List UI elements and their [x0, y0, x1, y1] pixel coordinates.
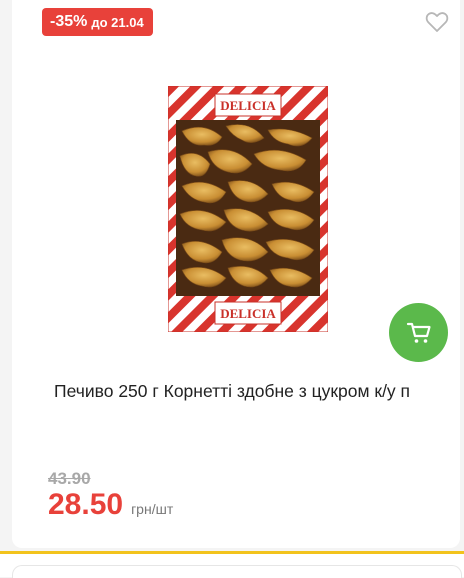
discount-until: до 21.04: [91, 14, 144, 30]
add-to-cart-button[interactable]: [389, 303, 448, 362]
next-product-card[interactable]: [12, 565, 462, 578]
price-row: 28.50 грн/шт: [48, 488, 173, 522]
shopping-cart-icon: [406, 322, 431, 343]
product-card[interactable]: -35% до 21.04 DELICIA DELICIA Печиво 250…: [12, 0, 460, 548]
heart-outline-icon[interactable]: [425, 11, 449, 33]
discount-badge: -35% до 21.04: [42, 8, 153, 36]
product-image[interactable]: DELICIA DELICIA: [168, 86, 328, 332]
pack-brand-top: DELICIA: [220, 98, 276, 113]
pack-brand-bottom: DELICIA: [220, 306, 276, 321]
price-unit: грн/шт: [131, 501, 174, 517]
old-price: 43.90: [48, 469, 91, 488]
current-price: 28.50: [48, 488, 124, 521]
product-title[interactable]: Печиво 250 г Корнетті здобне з цукром к/…: [54, 376, 444, 406]
discount-percent: -35%: [50, 13, 88, 30]
